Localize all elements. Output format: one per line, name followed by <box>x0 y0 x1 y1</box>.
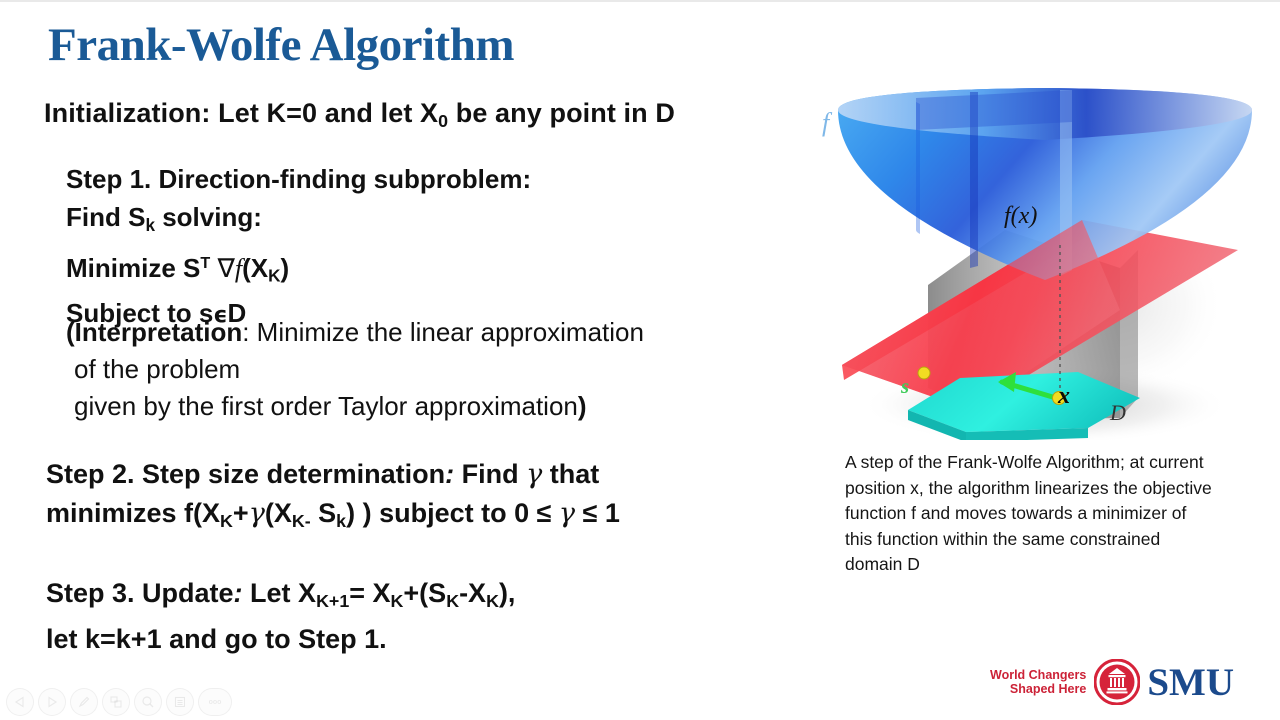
step2-line-2-e: ) ) subject to 0 ≤ <box>346 498 559 528</box>
step2-line-1-tail: Find <box>454 459 527 489</box>
figure-caption: A step of the Frank-Wolfe Algorithm; at … <box>845 452 1212 574</box>
step2-line-2-a: minimizes f(X <box>46 498 221 528</box>
step1-function-symbol: f <box>234 253 243 283</box>
step2-sub-2: K- <box>291 510 311 531</box>
step3-heading-colon: : <box>233 578 243 608</box>
step1-arg-close: ) <box>280 252 290 283</box>
step2-line-1: Step 2. Step size determination: Find γ … <box>46 455 620 494</box>
logo-tagline-line-1: World Changers <box>990 667 1087 682</box>
previous-slide-button[interactable] <box>6 688 34 716</box>
gamma-symbol-3: γ <box>558 498 576 529</box>
page-title: Frank-Wolfe Algorithm <box>48 19 515 71</box>
magnifier-icon <box>142 696 154 708</box>
smu-seal-icon <box>1094 659 1141 705</box>
step3-line-1-c: +(S <box>403 578 447 608</box>
initialization-label: Initialization: <box>44 98 211 128</box>
gamma-symbol-2: γ <box>248 498 265 529</box>
interpretation-closing-paren: ) <box>577 391 587 421</box>
interpretation-line-3-text: given by the first order Taylor approxim… <box>74 391 578 421</box>
pen-icon <box>78 696 90 708</box>
step1-heading: Step 1. Direction-finding subproblem: <box>66 164 532 194</box>
logo-tagline-line-2: Shaped Here <box>1009 682 1087 696</box>
interpretation-line-1-rest: : Minimize the linear approximation <box>242 317 644 347</box>
interpretation-line-3: given by the first order Taylor approxim… <box>66 388 644 425</box>
menu-button[interactable] <box>166 688 194 716</box>
logo-tagline: World Changers Shaped Here <box>990 668 1086 697</box>
slide-canvas: Frank-Wolfe Algorithm Initialization: Le… <box>0 0 1280 720</box>
step3-line-1-b: = X <box>349 578 391 608</box>
step3-sub-1: K+1 <box>316 590 350 611</box>
initialization-text-after: be any point in D <box>455 98 675 128</box>
step3-line-1: Step 3. Update: Let XK+1= XK+(SK-XK), <box>46 574 515 620</box>
step3-sub-4: K <box>486 590 499 611</box>
step2-sub-3: k <box>336 510 347 531</box>
vertex-point-s-marker <box>917 366 931 380</box>
smu-wordmark: SMU <box>1147 660 1234 704</box>
interpretation-lead: (Interpretation <box>66 317 243 347</box>
step3-block: Step 3. Update: Let XK+1= XK+(SK-XK), le… <box>46 574 515 658</box>
triangle-right-icon <box>48 696 58 708</box>
figure-label-s: s <box>901 374 910 398</box>
step2-line-2-d: S <box>310 498 337 528</box>
step1-minimize-text: Minimize S <box>66 252 201 283</box>
step3-line-1-a: Let X <box>242 578 317 608</box>
step1-find-tail: solving: <box>154 202 262 232</box>
initialization-line: Initialization: Let K=0 and let X0 be an… <box>44 98 675 132</box>
list-menu-icon <box>174 696 186 708</box>
step1-minimize-line: Minimize ST ∇f(XK) <box>66 244 531 295</box>
figure-label-fx: f(x) <box>1004 203 1038 229</box>
figure-label-x: x <box>1058 383 1070 409</box>
ellipsis-icon: ooo <box>208 698 222 706</box>
illustration-svg <box>838 88 1252 440</box>
step2-heading-colon: : <box>445 459 455 489</box>
step1-arg-open: (X <box>242 252 269 283</box>
grid-slides-icon <box>110 696 122 708</box>
next-slide-button[interactable] <box>38 688 66 716</box>
frank-wolfe-illustration <box>820 80 1260 440</box>
initialization-text-before: Let K=0 and let X <box>218 98 439 128</box>
step3-sub-2: K <box>390 590 404 611</box>
step3-sub-3: K <box>446 590 460 611</box>
gamma-symbol: γ <box>526 459 543 490</box>
step3-heading: Step 3. Update <box>46 578 234 608</box>
slide-overview-button[interactable] <box>102 688 130 716</box>
step3-line-1-e: ), <box>498 578 516 608</box>
step1-block: Step 1. Direction-finding subproblem: Fi… <box>66 160 531 335</box>
top-divider <box>0 0 1280 2</box>
figure-label-domain: D <box>1110 400 1126 425</box>
step1-find-text: Find S <box>66 202 146 232</box>
step1-minimize-superscript: T <box>200 253 211 272</box>
step2-line-2-c: (X <box>264 498 292 528</box>
step2-sub-1: K <box>220 510 233 531</box>
step1-arg-subscript: K <box>268 265 281 286</box>
step2-line-1-end: that <box>542 459 600 489</box>
gradient-icon: ∇ <box>217 253 235 284</box>
more-options-button[interactable]: ooo <box>198 688 232 716</box>
step3-line-2: let k=k+1 and go to Step 1. <box>46 623 387 654</box>
interpretation-line-2: of the problem <box>74 354 241 384</box>
pen-tool-button[interactable] <box>70 688 98 716</box>
step2-line-2: minimizes f(XK+γ(XK- Sk) ) subject to 0 … <box>46 494 620 540</box>
interpretation-line-1: (Interpretation: Minimize the linear app… <box>66 314 644 351</box>
step1-find-line: Find Sk solving: <box>66 198 531 244</box>
smu-logo: World Changers Shaped Here SMU <box>990 656 1255 708</box>
triangle-left-icon <box>14 696 24 708</box>
step1-find-subscript: k <box>145 214 155 235</box>
figure-label-f: f <box>822 108 830 137</box>
presentation-toolbar[interactable]: ooo <box>6 688 232 716</box>
step2-heading: Step 2. Step size determination <box>46 459 446 489</box>
interpretation-block: (Interpretation: Minimize the linear app… <box>66 314 644 425</box>
step3-line-1-d: -X <box>459 578 487 608</box>
step2-line-2-b: + <box>232 498 249 528</box>
zoom-button[interactable] <box>134 688 162 716</box>
step2-block: Step 2. Step size determination: Find γ … <box>46 455 620 540</box>
initialization-subscript: 0 <box>438 110 449 131</box>
step2-line-2-f: ≤ 1 <box>575 498 620 528</box>
